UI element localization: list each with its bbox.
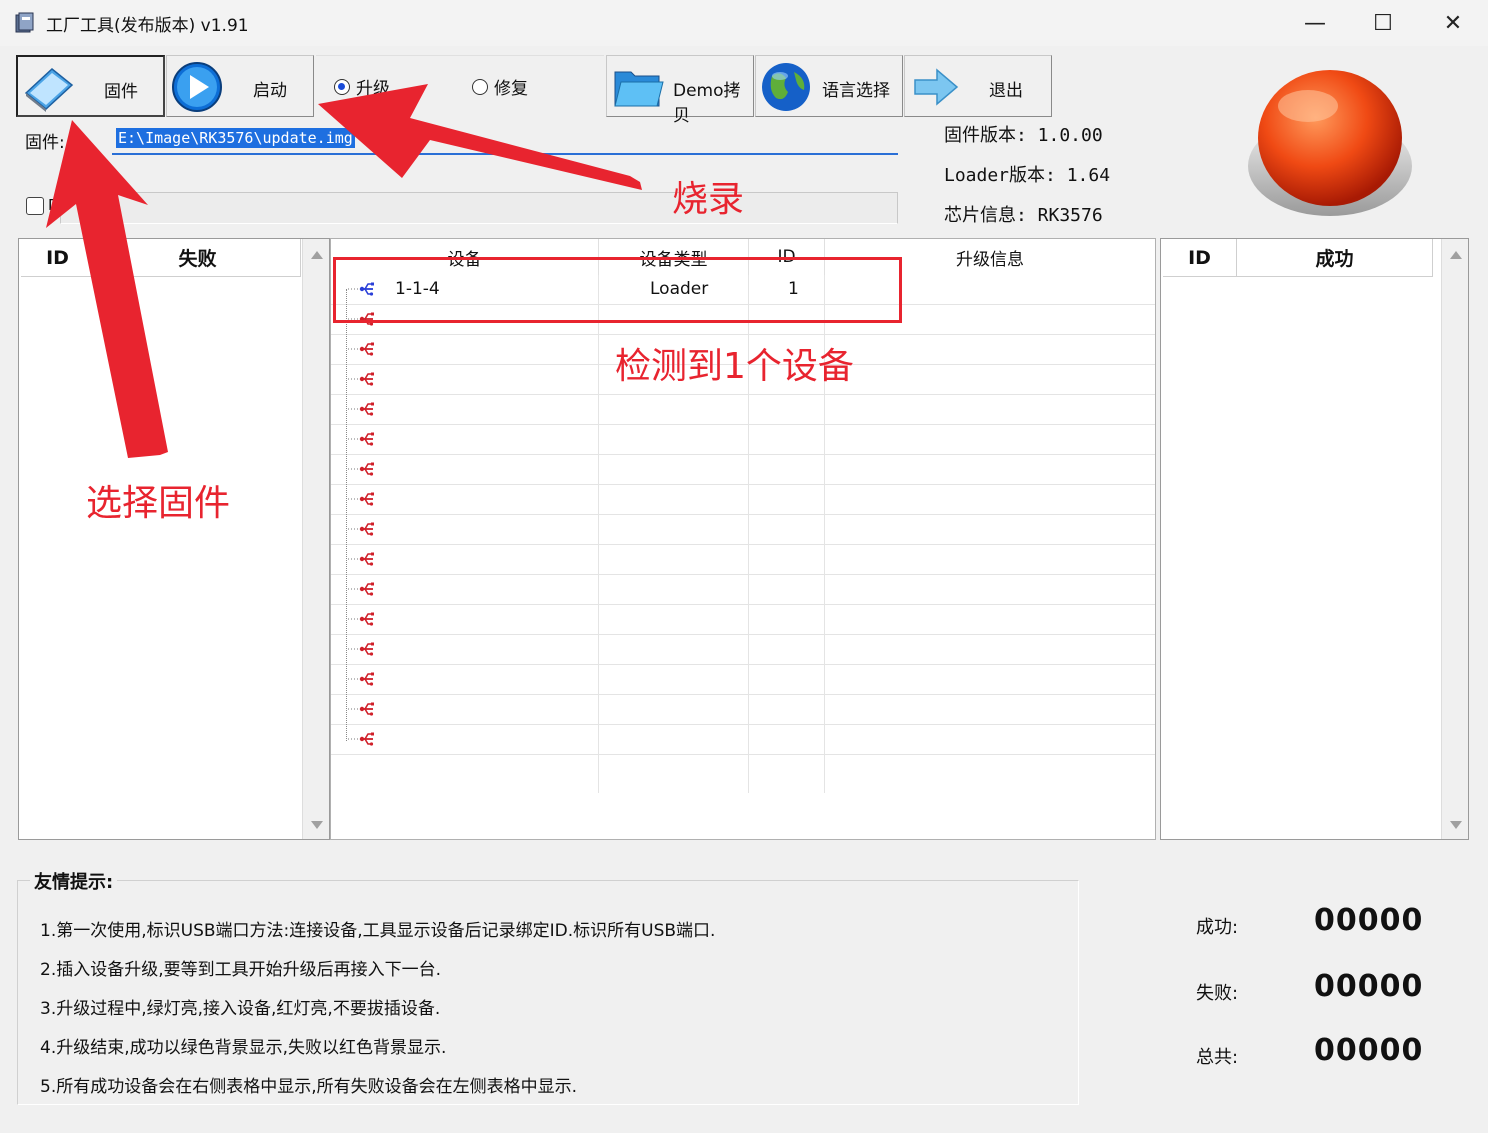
success-table-scrollbar[interactable]: [1441, 239, 1468, 839]
close-button[interactable]: ✕: [1418, 0, 1488, 46]
usb-icon: [348, 432, 374, 446]
device-row[interactable]: [331, 485, 1155, 515]
usb-icon: [348, 642, 374, 656]
exit-button-label: 退出: [989, 81, 1023, 101]
fail-count: 00000: [1314, 969, 1424, 1004]
device-row[interactable]: [331, 425, 1155, 455]
play-icon: [172, 62, 222, 112]
red-push-button-icon[interactable]: [1246, 66, 1414, 220]
total-count-label: 总共:: [1196, 1047, 1239, 1068]
firmware-path-label: 固件:: [25, 133, 65, 153]
minimize-icon: —: [1304, 10, 1326, 36]
demo-copy-button[interactable]: Demo拷贝: [606, 55, 754, 126]
firmware-button[interactable]: 固件: [16, 55, 165, 117]
usb-icon: [348, 492, 374, 506]
options-field: [60, 192, 898, 224]
device-row[interactable]: [331, 545, 1155, 575]
firmware-card-icon: [24, 68, 74, 112]
annotation-select-firmware: 选择固件: [86, 483, 231, 524]
tips-title: 友情提示:: [30, 868, 118, 894]
chip-info: 芯片信息: RK3576: [944, 205, 1103, 226]
upgrade-radio-label: 升级: [356, 79, 390, 99]
usb-icon: [348, 672, 374, 686]
radio-unchecked-icon: [472, 78, 488, 95]
language-button[interactable]: 语言选择: [755, 55, 903, 117]
minimize-button[interactable]: —: [1280, 0, 1350, 46]
usb-icon: [348, 552, 374, 566]
start-button[interactable]: 启动: [166, 55, 314, 117]
device-table[interactable]: 设备 设备类型 ID 升级信息: [330, 238, 1156, 840]
repair-radio-label: 修复: [494, 79, 528, 99]
success-count-label: 成功:: [1196, 917, 1239, 938]
language-button-label: 语言选择: [822, 81, 890, 101]
tip-item: 5.所有成功设备会在右侧表格中显示,所有失败设备会在左侧表格中显示.: [40, 1077, 578, 1097]
success-table[interactable]: ID 成功: [1160, 238, 1469, 840]
tip-item: 4.升级结束,成功以绿色背景显示,失败以红色背景显示.: [40, 1038, 447, 1058]
close-icon: ✕: [1443, 10, 1463, 36]
option-checkbox-label: D: [48, 196, 60, 214]
device-row[interactable]: [331, 395, 1155, 425]
firmware-button-label: 固件: [104, 82, 138, 102]
annotation-detected: 检测到1个设备: [615, 346, 854, 387]
scroll-up-icon[interactable]: [1450, 251, 1462, 259]
usb-icon: [348, 702, 374, 716]
firmware-path-input[interactable]: E:\Image\RK3576\update.img: [112, 125, 898, 155]
fail-table[interactable]: ID 失败: [18, 238, 330, 840]
fail-table-header-status[interactable]: 失败: [95, 239, 301, 277]
mode-radio-group: 升级 修复: [316, 55, 604, 117]
radio-checked-icon: [334, 78, 350, 95]
fail-count-label: 失败:: [1196, 983, 1239, 1004]
app-icon: [15, 12, 34, 33]
maximize-button[interactable]: ☐: [1348, 0, 1418, 46]
device-row[interactable]: [331, 635, 1155, 665]
success-table-header-status[interactable]: 成功: [1237, 239, 1433, 277]
window-title: 工厂工具(发布版本) v1.91: [46, 16, 249, 36]
device-row[interactable]: [331, 515, 1155, 545]
tip-item: 1.第一次使用,标识USB端口方法:连接设备,工具显示设备后记录绑定ID.标识所…: [40, 921, 716, 941]
usb-icon: [348, 612, 374, 626]
detected-device-highlight: [333, 257, 902, 323]
device-row[interactable]: [331, 575, 1155, 605]
fail-table-header-id[interactable]: ID: [21, 239, 95, 277]
device-row[interactable]: [331, 695, 1155, 725]
exit-button[interactable]: 退出: [904, 55, 1052, 117]
option-checkbox[interactable]: [26, 197, 44, 215]
scroll-up-icon[interactable]: [311, 251, 323, 259]
device-row[interactable]: [331, 455, 1155, 485]
usb-icon: [348, 582, 374, 596]
device-row[interactable]: [331, 605, 1155, 635]
device-row[interactable]: [331, 725, 1155, 755]
usb-icon: [348, 732, 374, 746]
usb-icon: [348, 372, 374, 386]
usb-icon: [348, 402, 374, 416]
loader-version: Loader版本: 1.64: [944, 165, 1111, 186]
maximize-icon: ☐: [1373, 10, 1393, 36]
firmware-version: 固件版本: 1.0.00: [944, 125, 1103, 146]
arrow-right-icon: [914, 68, 959, 106]
firmware-path-value: E:\Image\RK3576\update.img: [116, 128, 355, 148]
success-count: 00000: [1314, 903, 1424, 938]
upgrade-radio[interactable]: 升级: [334, 74, 390, 99]
device-row[interactable]: [331, 665, 1155, 695]
tip-item: 3.升级过程中,绿灯亮,接入设备,红灯亮,不要拔插设备.: [40, 999, 441, 1019]
tip-item: 2.插入设备升级,要等到工具开始升级后再接入下一台.: [40, 960, 442, 980]
scroll-down-icon[interactable]: [311, 821, 323, 829]
total-count: 00000: [1314, 1033, 1424, 1068]
scroll-down-icon[interactable]: [1450, 821, 1462, 829]
repair-radio[interactable]: 修复: [472, 74, 528, 99]
usb-icon: [348, 462, 374, 476]
demo-copy-label: Demo拷贝: [673, 81, 741, 126]
folder-icon: [614, 71, 664, 107]
globe-icon: [762, 63, 810, 111]
annotation-burn: 烧录: [672, 179, 745, 220]
usb-icon: [348, 522, 374, 536]
start-button-label: 启动: [253, 81, 287, 101]
usb-icon: [348, 342, 374, 356]
success-table-header-id[interactable]: ID: [1163, 239, 1237, 277]
tree-connector: [346, 289, 347, 741]
fail-table-scrollbar[interactable]: [302, 239, 329, 839]
